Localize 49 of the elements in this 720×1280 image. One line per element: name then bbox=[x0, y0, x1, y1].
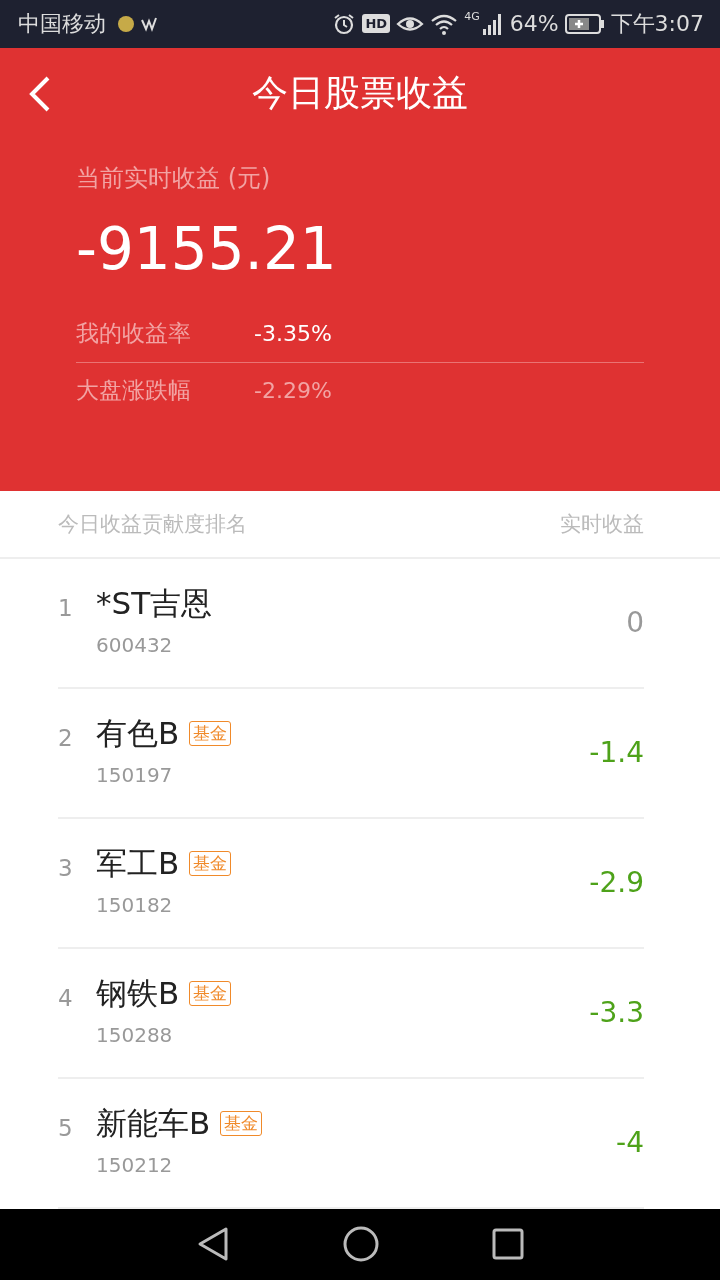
carrier-name: 中国移动 bbox=[18, 9, 106, 38]
notification-dot-icon bbox=[118, 15, 134, 32]
stat-label: 大盘涨跌幅 bbox=[76, 376, 192, 406]
battery-percent: 64% bbox=[509, 11, 559, 37]
earnings-amount: -4 bbox=[616, 1126, 644, 1160]
stock-row[interactable]: 3 军工B 基金 150182 -2.9 bbox=[58, 818, 644, 949]
rank-number: 1 bbox=[58, 594, 74, 621]
earnings-amount: 0 bbox=[626, 606, 644, 640]
fund-tag: 基金 bbox=[220, 1111, 263, 1137]
rank-number: 4 bbox=[58, 984, 74, 1011]
earnings-value: -9155.21 bbox=[76, 213, 338, 284]
stock-code: 600432 bbox=[96, 632, 174, 657]
recents-icon[interactable] bbox=[491, 1228, 524, 1261]
fund-tag: 基金 bbox=[189, 721, 232, 747]
clock: 下午3:07 bbox=[610, 9, 704, 38]
column-heading: 实时收益 bbox=[560, 511, 644, 538]
stock-code: 150288 bbox=[96, 1022, 174, 1047]
stock-name: *ST吉恩 bbox=[96, 583, 213, 623]
signal-icon bbox=[481, 12, 504, 35]
rank-number: 2 bbox=[58, 724, 74, 751]
earnings-amount: -1.4 bbox=[589, 736, 644, 770]
back-nav-icon[interactable] bbox=[196, 1226, 231, 1263]
earnings-label: 当前实时收益 (元) bbox=[76, 162, 272, 194]
stat-label: 我的收益率 bbox=[76, 319, 192, 349]
hd-badge: HD bbox=[362, 14, 391, 34]
stat-value: -2.29% bbox=[254, 378, 332, 404]
stock-name: 军工B bbox=[96, 843, 180, 883]
home-icon[interactable] bbox=[343, 1226, 379, 1263]
stock-name: 钢铁B bbox=[96, 973, 180, 1013]
stock-name: 有色B bbox=[96, 713, 180, 753]
battery-charging-icon bbox=[564, 12, 605, 35]
fund-tag: 基金 bbox=[189, 981, 232, 1007]
stock-code: 150212 bbox=[96, 1152, 174, 1177]
rank-number: 5 bbox=[58, 1114, 74, 1141]
stock-row[interactable]: 2 有色B 基金 150197 -1.4 bbox=[58, 688, 644, 819]
stock-code: 150182 bbox=[96, 892, 174, 917]
stock-row[interactable]: 4 钢铁B 基金 150288 -3.3 bbox=[58, 948, 644, 1079]
stat-value: -3.35% bbox=[254, 321, 332, 347]
earnings-amount: -3.3 bbox=[589, 996, 644, 1030]
page-title: 今日股票收益 bbox=[252, 71, 468, 116]
fund-tag: 基金 bbox=[189, 851, 232, 877]
earnings-amount: -2.9 bbox=[589, 866, 644, 900]
stock-row[interactable]: 1 *ST吉恩 600432 0 bbox=[58, 558, 644, 689]
network-type: 4G bbox=[464, 10, 480, 23]
rank-number: 3 bbox=[58, 854, 74, 881]
stock-code: 150197 bbox=[96, 762, 174, 787]
ranking-heading: 今日收益贡献度排名 bbox=[58, 511, 247, 538]
stock-name: 新能车B bbox=[96, 1103, 211, 1143]
wifi-icon bbox=[430, 12, 459, 35]
